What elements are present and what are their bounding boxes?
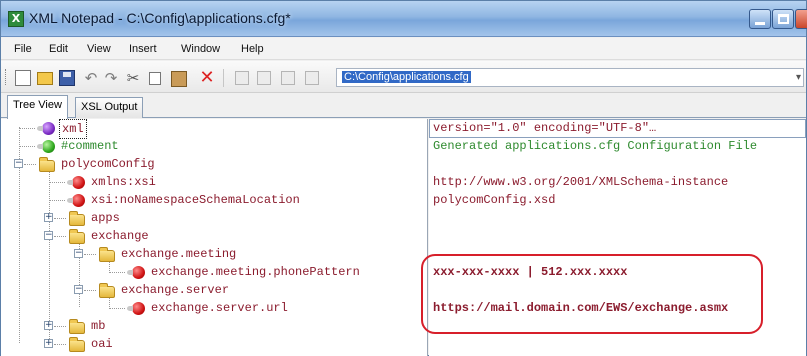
expand-icon[interactable]: +	[44, 213, 53, 222]
value-cell[interactable]: http://www.w3.org/2001/XMLSchema-instanc…	[433, 173, 728, 191]
tree-node-label: exchange.meeting	[121, 247, 237, 261]
undo-icon[interactable]: ↶	[83, 70, 99, 86]
save-icon[interactable]	[59, 70, 75, 86]
red-dot-icon	[127, 266, 145, 279]
copy-icon[interactable]	[149, 72, 161, 85]
tab-tree-view[interactable]: Tree View	[7, 95, 68, 119]
paste-icon[interactable]	[171, 71, 187, 87]
expand-icon[interactable]: +	[44, 321, 53, 330]
open-icon[interactable]	[37, 72, 53, 85]
folder-icon	[69, 337, 85, 352]
expand-icon[interactable]: +	[44, 339, 53, 348]
tree-line	[109, 261, 110, 271]
green-dot-icon	[37, 140, 55, 153]
tree-line	[109, 297, 110, 307]
tree-node-label: oai	[91, 337, 113, 351]
minimize-button[interactable]	[749, 9, 771, 29]
value-cell[interactable]: polycomConfig.xsd	[433, 191, 555, 209]
tree-node-label: #comment	[61, 139, 119, 153]
redo-icon[interactable]: ↷	[103, 70, 119, 86]
collapse-icon[interactable]: −	[74, 249, 83, 258]
collapse-icon[interactable]: −	[74, 285, 83, 294]
folder-icon	[39, 157, 55, 172]
tree-node-label: xmlns:xsi	[91, 175, 156, 189]
xml-notepad-icon: X	[8, 11, 24, 27]
folder-icon	[69, 211, 85, 226]
folder-icon	[69, 319, 85, 334]
location-input[interactable]: C:\Config\applications.cfg ▾	[336, 68, 804, 87]
tree-node-label: apps	[91, 211, 120, 225]
app-window: X XML Notepad - C:\Config\applications.c…	[0, 0, 807, 356]
nudge-up-icon[interactable]	[235, 71, 249, 85]
folder-icon	[99, 283, 115, 298]
tree-node-label: exchange.server	[121, 283, 230, 297]
purple-dot-icon	[37, 122, 55, 135]
outdent-icon[interactable]	[305, 71, 319, 85]
menu-window[interactable]: Window	[181, 43, 220, 55]
menu-edit[interactable]: Edit	[49, 43, 68, 55]
tree-node-label: xsi:noNamespaceSchemaLocation	[91, 193, 300, 207]
delete-icon[interactable]: ✕	[199, 69, 215, 87]
value-cell[interactable]: version="1.0" encoding="UTF-8"…	[433, 119, 656, 137]
view-tabs: Tree View XSL Output	[1, 94, 806, 119]
toolbar: ↶ ↷ ✂ ✕ C:\Config\applications.cfg ▾	[1, 61, 806, 93]
tree-node-label: polycomConfig	[61, 157, 155, 171]
window-title: XML Notepad - C:\Config\applications.cfg…	[29, 10, 291, 26]
location-value: C:\Config\applications.cfg	[342, 71, 471, 83]
new-icon[interactable]	[15, 70, 31, 86]
menu-file[interactable]: File	[14, 43, 32, 55]
value-cell[interactable]: Generated applications.cfg Configuration…	[433, 137, 757, 155]
toolbar-grip[interactable]	[5, 69, 8, 85]
chevron-down-icon[interactable]: ▾	[796, 72, 801, 83]
maximize-button[interactable]	[772, 9, 794, 29]
maximize-icon	[778, 14, 789, 24]
menu-view[interactable]: View	[87, 43, 111, 55]
tree-node-label: xml	[59, 119, 87, 139]
red-dot-icon	[127, 302, 145, 315]
menu-bar: File Edit View Insert Window Help	[1, 38, 806, 60]
collapse-icon[interactable]: −	[44, 231, 53, 240]
tree-node-label: exchange.server.url	[151, 301, 288, 315]
folder-icon	[99, 247, 115, 262]
tree-pane[interactable]: xml #comment − polycomConfig xmlns:xsi x…	[1, 119, 428, 356]
menu-insert[interactable]: Insert	[129, 43, 157, 55]
menu-help[interactable]: Help	[241, 43, 264, 55]
title-bar[interactable]: X XML Notepad - C:\Config\applications.c…	[1, 1, 807, 37]
close-button[interactable]	[795, 9, 807, 29]
red-dot-icon	[67, 176, 85, 189]
tab-xsl-output[interactable]: XSL Output	[75, 97, 144, 118]
indent-icon[interactable]	[281, 71, 295, 85]
folder-icon	[69, 229, 85, 244]
tree-node-label: mb	[91, 319, 106, 333]
red-dot-icon	[67, 194, 85, 207]
tree-node-label: exchange	[91, 229, 149, 243]
minimize-icon	[755, 22, 765, 25]
cut-icon[interactable]: ✂	[125, 70, 141, 86]
toolbar-separator	[223, 69, 224, 87]
highlight-annotation	[421, 254, 763, 334]
tree-node-label: exchange.meeting.phonePattern	[151, 265, 360, 279]
collapse-icon[interactable]: −	[14, 159, 23, 168]
nudge-down-icon[interactable]	[257, 71, 271, 85]
tree-line	[49, 169, 50, 343]
